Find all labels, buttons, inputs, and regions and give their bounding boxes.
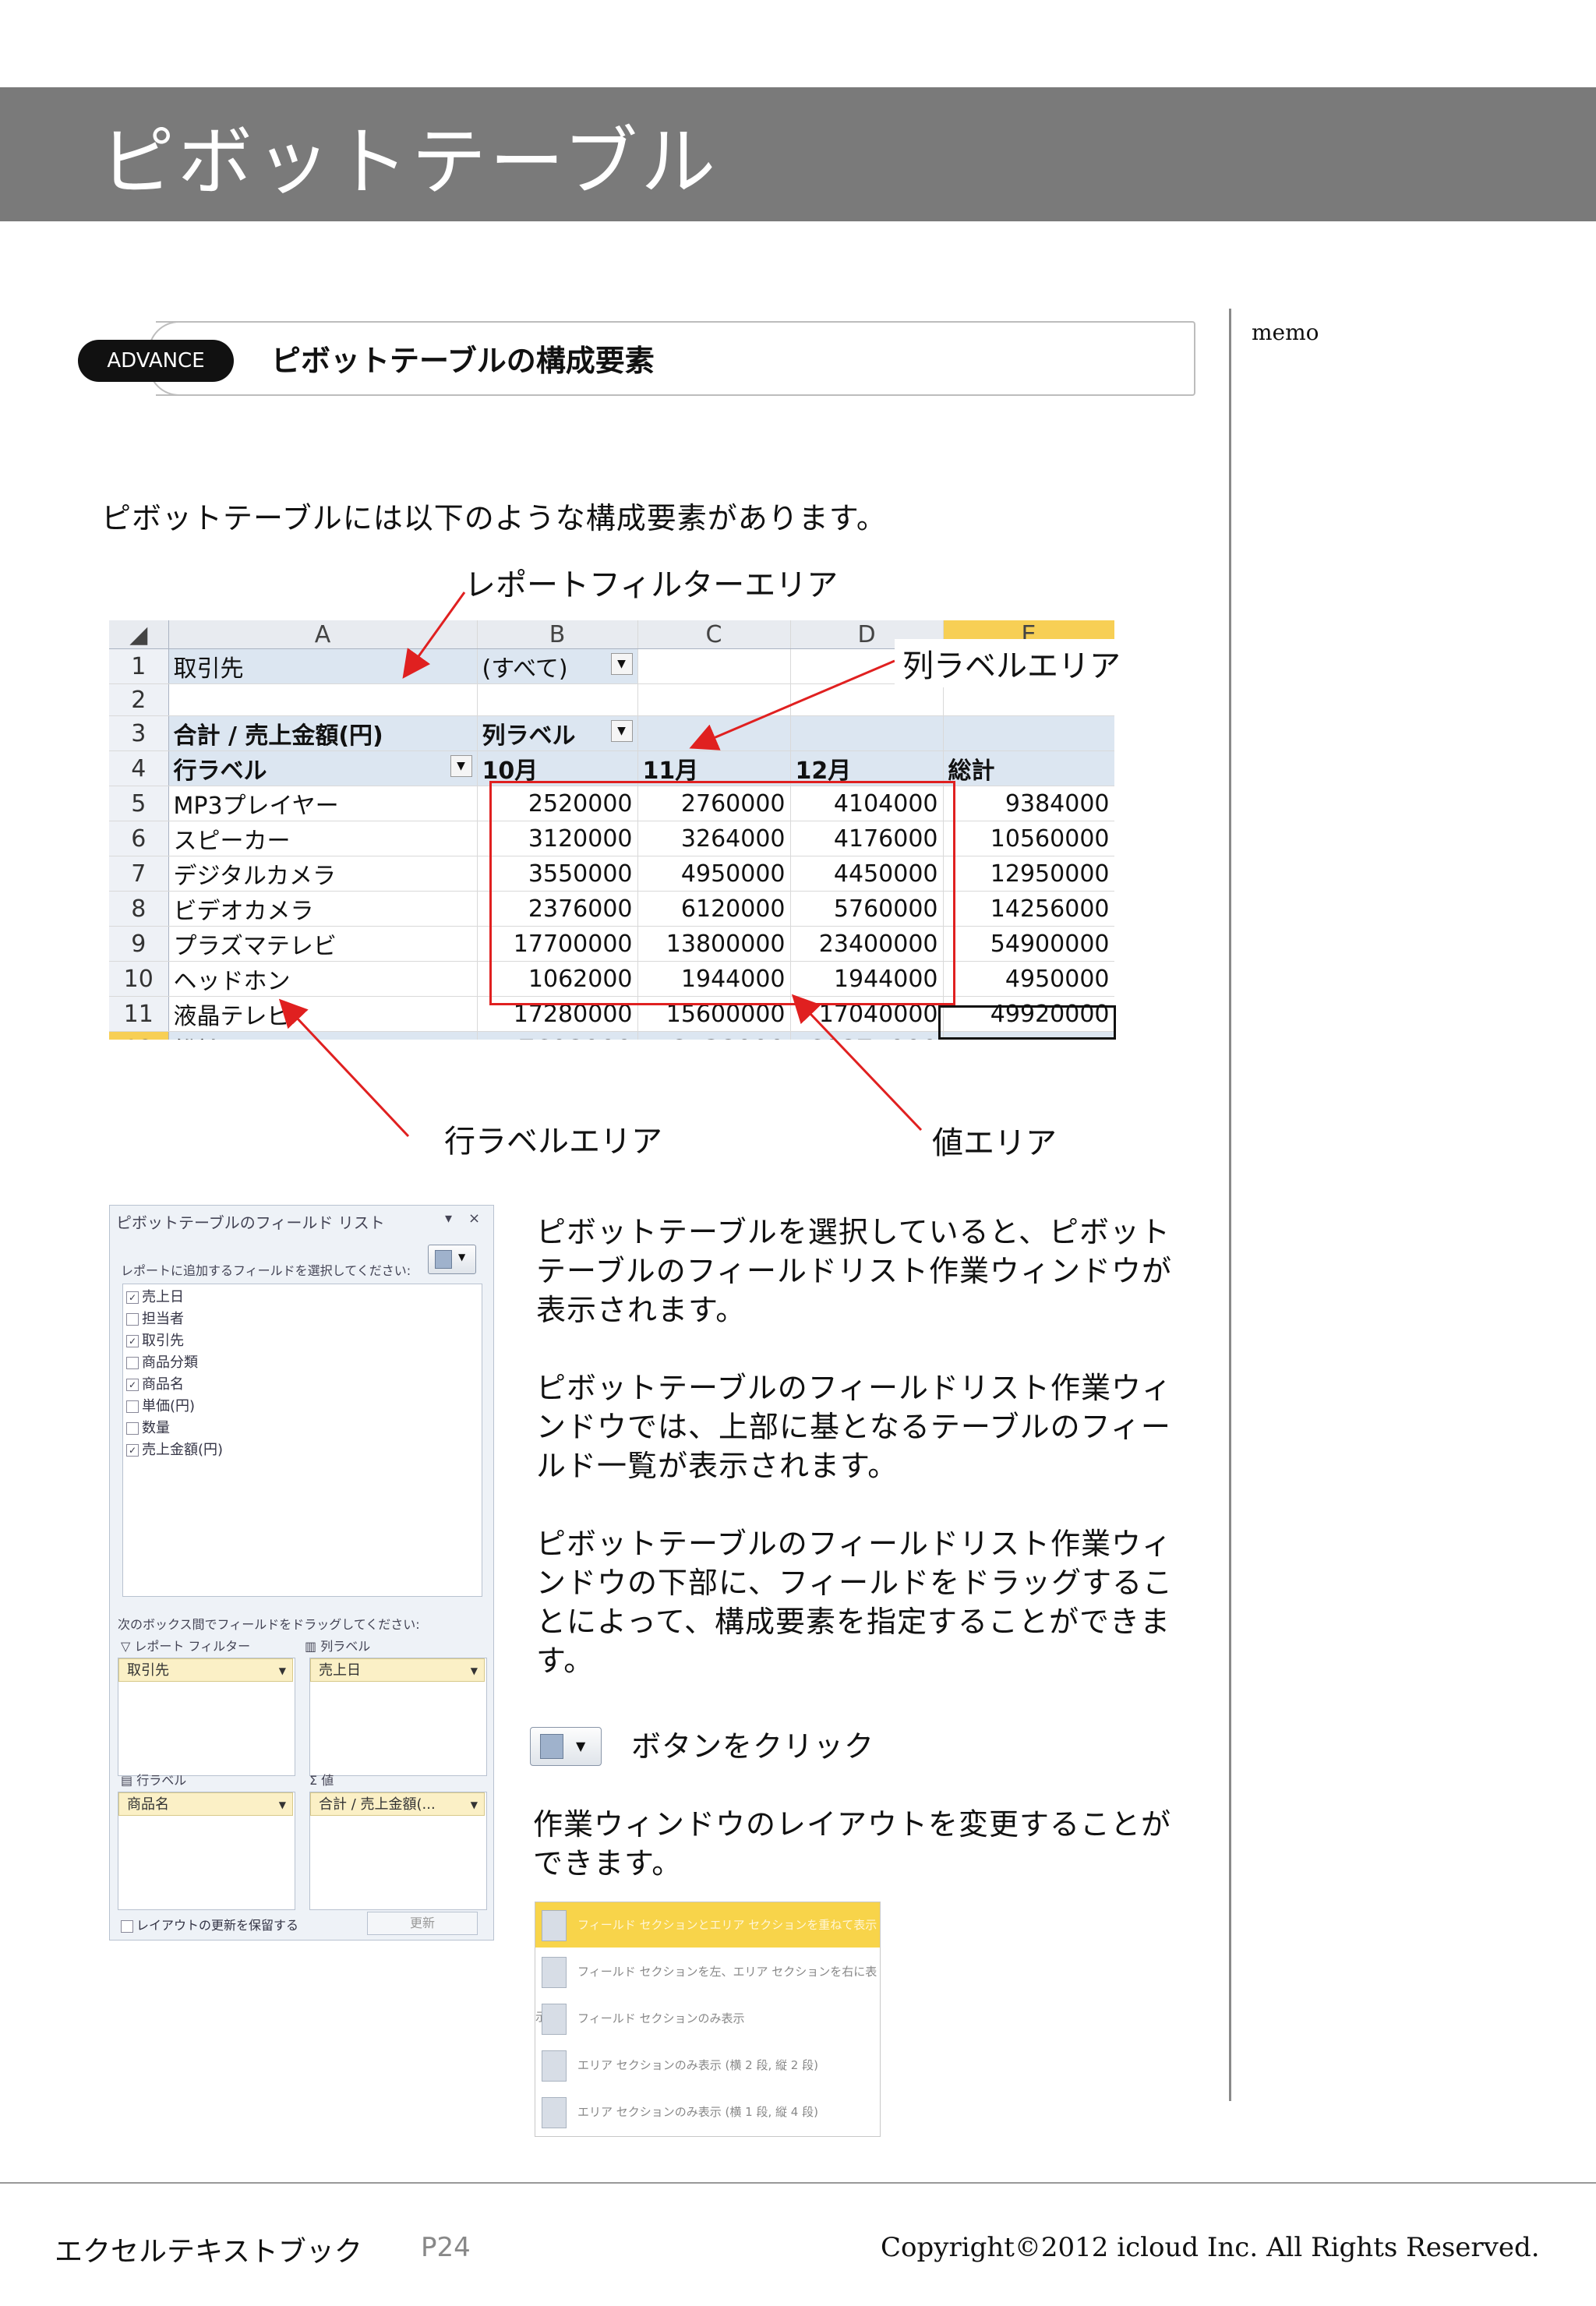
annotation-column-label: 列ラベルエリア bbox=[895, 639, 1128, 687]
layout-button[interactable]: ▼ bbox=[428, 1245, 476, 1274]
checkbox-icon[interactable]: ✓ bbox=[126, 1335, 139, 1347]
filter-drop-zone[interactable]: 取引先 ▼ bbox=[118, 1658, 295, 1776]
checkbox-icon[interactable] bbox=[126, 1400, 139, 1413]
arrow-report-filter bbox=[402, 592, 466, 679]
layout-areas-2x2-icon bbox=[542, 2050, 567, 2082]
checkbox-icon[interactable] bbox=[126, 1422, 139, 1435]
values-area-label: Σ 値 bbox=[309, 1773, 334, 1788]
footer-book-title: エクセルテキストブック bbox=[55, 2236, 362, 2268]
field-item[interactable]: 商品分類 bbox=[126, 1351, 198, 1372]
layout-icon bbox=[435, 1250, 452, 1269]
page-number: P24 bbox=[421, 2232, 471, 2263]
layout-caption: 作業ウィンドウのレイアウトを変更することができます。 bbox=[533, 1807, 1172, 1880]
chevron-down-icon: ▼ bbox=[576, 1739, 586, 1753]
field-list-pane: ピボットテーブルのフィールド リスト ▾ × レポートに追加するフィールドを選択… bbox=[109, 1205, 494, 1941]
layout-option[interactable]: フィールド セクションを左、エリア セクションを右に表示 bbox=[535, 1949, 880, 2024]
layout-option[interactable]: エリア セクションのみ表示 (横 2 段, 縦 2 段) bbox=[535, 2043, 880, 2088]
column-area-label: ▥ 列ラベル bbox=[305, 1639, 371, 1654]
field-item[interactable]: 単価(円) bbox=[126, 1395, 195, 1415]
annotation-arrows bbox=[278, 592, 923, 1138]
pane-title: ピボットテーブルのフィールド リスト bbox=[116, 1213, 385, 1232]
defer-update-checkbox[interactable]: レイアウトの更新を保留する bbox=[121, 1915, 298, 1933]
arrow-row-label bbox=[278, 998, 410, 1138]
arrow-column-label bbox=[689, 659, 895, 750]
checkbox-icon[interactable] bbox=[126, 1357, 139, 1369]
chevron-down-icon: ▼ bbox=[458, 1252, 466, 1262]
row-area-label: ▤ 行ラベル bbox=[121, 1773, 187, 1788]
filter-field-chip[interactable]: 取引先 ▼ bbox=[118, 1658, 293, 1682]
arrow-value-area bbox=[791, 994, 923, 1132]
layout-icon bbox=[540, 1734, 563, 1759]
row-drop-zone[interactable]: 商品名 ▼ bbox=[118, 1792, 295, 1910]
column-drop-zone[interactable]: 売上日 ▼ bbox=[309, 1658, 487, 1776]
chevron-down-icon: ▼ bbox=[470, 1799, 478, 1810]
checkbox-icon[interactable] bbox=[126, 1313, 139, 1326]
layout-areas-1x4-icon bbox=[542, 2097, 567, 2128]
close-icon[interactable]: × bbox=[468, 1210, 480, 1227]
paragraph-3: ピボットテーブルのフィールドリスト作業ウィンドウの下部に、フィールドをドラッグす… bbox=[536, 1527, 1174, 1678]
paragraph-1: ピボットテーブルを選択していると、ピボットテーブルのフィールドリスト作業ウィンド… bbox=[536, 1215, 1172, 1327]
filter-icon: ▽ bbox=[121, 1639, 135, 1654]
field-item[interactable]: ✓ 売上日 bbox=[126, 1286, 184, 1306]
row-field-chip[interactable]: 商品名 ▼ bbox=[118, 1792, 293, 1816]
checkbox-icon[interactable]: ✓ bbox=[126, 1444, 139, 1457]
paragraph-2: ピボットテーブルのフィールドリスト作業ウィンドウでは、上部に基となるテーブルのフ… bbox=[536, 1371, 1172, 1483]
button-caption: ボタンをクリック bbox=[631, 1729, 875, 1764]
field-item[interactable]: 担当者 bbox=[126, 1308, 184, 1328]
chevron-down-icon: ▼ bbox=[278, 1665, 286, 1676]
layout-options-menu: フィールド セクションとエリア セクションを重ねて表示 フィールド セクションを… bbox=[535, 1902, 881, 2137]
filter-area-label: ▽ レポート フィルター bbox=[121, 1639, 251, 1654]
field-item[interactable]: ✓ 売上金額(円) bbox=[126, 1439, 223, 1459]
layout-option[interactable]: フィールド セクションのみ表示 bbox=[535, 1996, 880, 2041]
chevron-down-icon: ▼ bbox=[470, 1665, 478, 1676]
checkbox-icon[interactable]: ✓ bbox=[126, 1291, 139, 1304]
field-checklist: ✓ 売上日 担当者 ✓ 取引先 商品分類 ✓ 商品名 単価(円) 数量 ✓ 売上金額(円… bbox=[122, 1284, 482, 1597]
field-item[interactable]: 数量 bbox=[126, 1417, 170, 1437]
rows-icon: ▤ bbox=[121, 1773, 137, 1788]
checkbox-icon[interactable] bbox=[121, 1919, 133, 1933]
values-field-chip[interactable]: 合計 / 売上金額(... ▼ bbox=[310, 1792, 485, 1816]
pane-instruction: レポートに追加するフィールドを選択してください: bbox=[121, 1263, 411, 1278]
layout-stacked-icon bbox=[542, 1910, 567, 1941]
field-item[interactable]: ✓ 商品名 bbox=[126, 1373, 184, 1393]
update-button[interactable]: 更新 bbox=[367, 1912, 478, 1935]
layout-fields-only-icon bbox=[542, 2004, 567, 2035]
layout-option[interactable]: フィールド セクションとエリア セクションを重ねて表示 bbox=[535, 1902, 880, 1948]
drag-instruction: 次のボックス間でフィールドをドラッグしてください: bbox=[118, 1617, 420, 1632]
chevron-down-icon: ▼ bbox=[278, 1799, 286, 1810]
layout-option[interactable]: エリア セクションのみ表示 (横 1 段, 縦 4 段) bbox=[535, 2089, 880, 2135]
layout-side-by-side-icon bbox=[542, 1957, 567, 1988]
sigma-icon: Σ bbox=[309, 1773, 322, 1788]
copyright: Copyright©2012 icloud Inc. All Rights Re… bbox=[881, 2232, 1540, 2263]
footer-divider bbox=[0, 2182, 1596, 2184]
layout-button-illustration[interactable]: ▼ bbox=[530, 1727, 602, 1766]
pane-menu-icon[interactable]: ▾ bbox=[445, 1210, 452, 1227]
values-drop-zone[interactable]: 合計 / 売上金額(... ▼ bbox=[309, 1792, 487, 1910]
columns-icon: ▥ bbox=[305, 1639, 321, 1654]
field-item[interactable]: ✓ 取引先 bbox=[126, 1330, 184, 1350]
checkbox-icon[interactable]: ✓ bbox=[126, 1379, 139, 1391]
column-field-chip[interactable]: 売上日 ▼ bbox=[310, 1658, 485, 1682]
